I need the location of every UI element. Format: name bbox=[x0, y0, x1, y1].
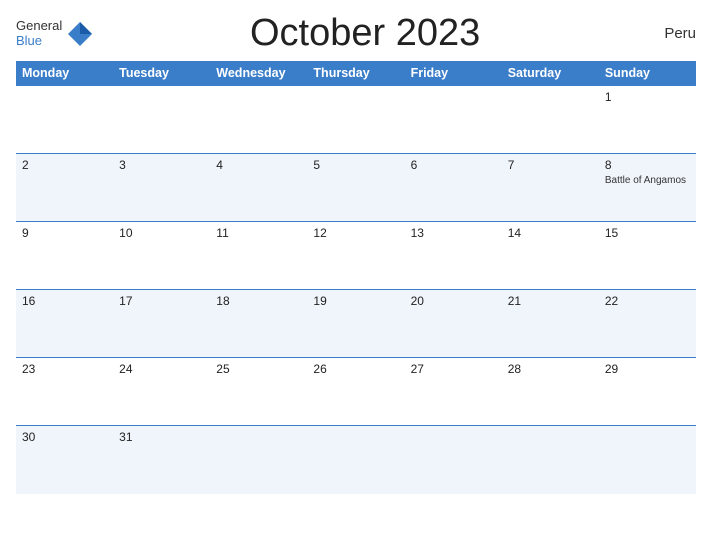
calendar-cell: 2 bbox=[16, 154, 113, 222]
calendar-cell bbox=[307, 426, 404, 494]
calendar-cell bbox=[502, 426, 599, 494]
calendar-cell: 24 bbox=[113, 358, 210, 426]
calendar-cell: 1 bbox=[599, 86, 696, 154]
country-label: Peru bbox=[636, 25, 696, 42]
calendar-week-row: 23 24 25 26 27 28 29 bbox=[16, 358, 696, 426]
event-label: Battle of Angamos bbox=[605, 174, 690, 187]
logo-general: General bbox=[16, 19, 62, 33]
calendar-cell: 22 bbox=[599, 290, 696, 358]
day-number: 20 bbox=[411, 294, 496, 308]
day-number: 2 bbox=[22, 158, 107, 172]
day-number: 5 bbox=[313, 158, 398, 172]
calendar-week-row: 2345678 Battle of Angamos bbox=[16, 154, 696, 222]
calendar-cell: 30 bbox=[16, 426, 113, 494]
calendar-cell: 9 bbox=[16, 222, 113, 290]
calendar-table: Monday Tuesday Wednesday Thursday Friday… bbox=[16, 61, 696, 494]
col-wednesday: Wednesday bbox=[210, 61, 307, 86]
col-monday: Monday bbox=[16, 61, 113, 86]
calendar-week-row: 1 bbox=[16, 86, 696, 154]
calendar-cell: 10 bbox=[113, 222, 210, 290]
day-number: 28 bbox=[508, 362, 593, 376]
day-number: 12 bbox=[313, 226, 398, 240]
calendar-page: General Blue October 2023 Peru Monday Tu… bbox=[0, 0, 712, 550]
day-number: 25 bbox=[216, 362, 301, 376]
day-number: 30 bbox=[22, 430, 107, 444]
calendar-cell: 7 bbox=[502, 154, 599, 222]
calendar-cell: 19 bbox=[307, 290, 404, 358]
calendar-cell: 28 bbox=[502, 358, 599, 426]
calendar-week-row: 30 31 bbox=[16, 426, 696, 494]
calendar-cell: 5 bbox=[307, 154, 404, 222]
calendar-cell: 14 bbox=[502, 222, 599, 290]
calendar-cell bbox=[210, 426, 307, 494]
day-number: 1 bbox=[605, 90, 690, 104]
calendar-cell: 23 bbox=[16, 358, 113, 426]
calendar-cell bbox=[113, 86, 210, 154]
day-number: 9 bbox=[22, 226, 107, 240]
calendar-cell: 27 bbox=[405, 358, 502, 426]
calendar-cell: 17 bbox=[113, 290, 210, 358]
col-saturday: Saturday bbox=[502, 61, 599, 86]
calendar-cell bbox=[307, 86, 404, 154]
day-number: 16 bbox=[22, 294, 107, 308]
day-number: 26 bbox=[313, 362, 398, 376]
day-number: 27 bbox=[411, 362, 496, 376]
calendar-cell: 26 bbox=[307, 358, 404, 426]
day-number: 15 bbox=[605, 226, 690, 240]
calendar-cell bbox=[599, 426, 696, 494]
day-number: 31 bbox=[119, 430, 204, 444]
day-number: 11 bbox=[216, 226, 301, 240]
logo: General Blue bbox=[16, 19, 94, 48]
calendar-cell: 6 bbox=[405, 154, 502, 222]
day-number: 24 bbox=[119, 362, 204, 376]
day-number: 17 bbox=[119, 294, 204, 308]
month-title: October 2023 bbox=[94, 12, 636, 55]
day-number: 14 bbox=[508, 226, 593, 240]
calendar-cell bbox=[405, 86, 502, 154]
logo-icon bbox=[66, 20, 94, 48]
calendar-cell: 20 bbox=[405, 290, 502, 358]
day-number: 10 bbox=[119, 226, 204, 240]
col-friday: Friday bbox=[405, 61, 502, 86]
calendar-cell: 29 bbox=[599, 358, 696, 426]
col-tuesday: Tuesday bbox=[113, 61, 210, 86]
calendar-cell: 3 bbox=[113, 154, 210, 222]
day-number: 8 bbox=[605, 158, 690, 172]
day-number: 29 bbox=[605, 362, 690, 376]
calendar-cell: 16 bbox=[16, 290, 113, 358]
day-number: 19 bbox=[313, 294, 398, 308]
logo-blue: Blue bbox=[16, 34, 62, 48]
day-number: 23 bbox=[22, 362, 107, 376]
calendar-cell bbox=[502, 86, 599, 154]
calendar-week-row: 16 17 18 19 20 21 22 bbox=[16, 290, 696, 358]
calendar-cell: 13 bbox=[405, 222, 502, 290]
day-number: 22 bbox=[605, 294, 690, 308]
day-number: 18 bbox=[216, 294, 301, 308]
day-number: 21 bbox=[508, 294, 593, 308]
calendar-cell bbox=[210, 86, 307, 154]
day-number: 13 bbox=[411, 226, 496, 240]
day-number: 7 bbox=[508, 158, 593, 172]
calendar-cell bbox=[16, 86, 113, 154]
calendar-cell bbox=[405, 426, 502, 494]
calendar-cell: 12 bbox=[307, 222, 404, 290]
calendar-cell: 15 bbox=[599, 222, 696, 290]
day-number: 4 bbox=[216, 158, 301, 172]
calendar-cell: 18 bbox=[210, 290, 307, 358]
calendar-header-row: Monday Tuesday Wednesday Thursday Friday… bbox=[16, 61, 696, 86]
calendar-header: General Blue October 2023 Peru bbox=[16, 12, 696, 55]
col-thursday: Thursday bbox=[307, 61, 404, 86]
calendar-cell: 21 bbox=[502, 290, 599, 358]
day-number: 3 bbox=[119, 158, 204, 172]
col-sunday: Sunday bbox=[599, 61, 696, 86]
calendar-cell: 8 Battle of Angamos bbox=[599, 154, 696, 222]
calendar-week-row: 9 10 11 12 13 14 15 bbox=[16, 222, 696, 290]
calendar-cell: 11 bbox=[210, 222, 307, 290]
day-number: 6 bbox=[411, 158, 496, 172]
calendar-cell: 4 bbox=[210, 154, 307, 222]
calendar-cell: 31 bbox=[113, 426, 210, 494]
calendar-cell: 25 bbox=[210, 358, 307, 426]
